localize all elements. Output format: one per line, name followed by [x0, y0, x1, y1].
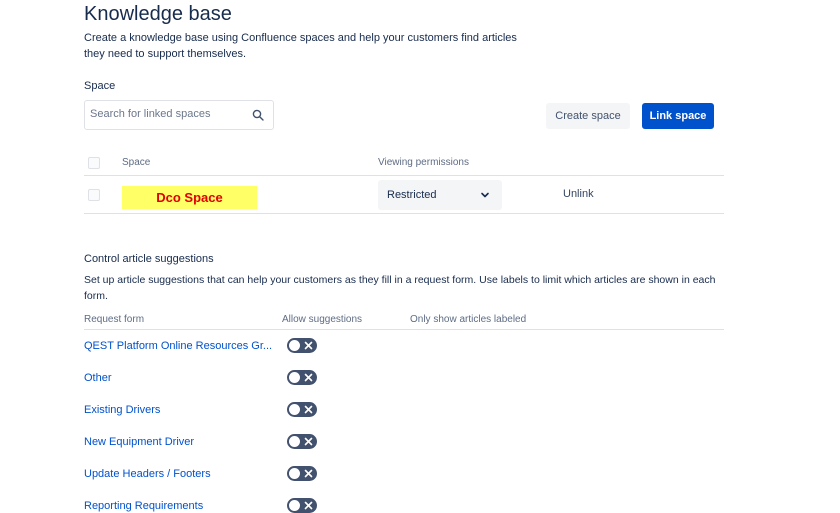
allow-suggestions-toggle[interactable] — [287, 434, 317, 449]
close-icon — [304, 405, 313, 414]
permission-select[interactable]: Restricted — [378, 180, 502, 210]
allow-suggestions-toggle[interactable] — [287, 402, 317, 417]
allow-suggestions-toggle[interactable] — [287, 370, 317, 385]
create-space-button[interactable]: Create space — [546, 103, 630, 129]
select-all-checkbox[interactable] — [88, 157, 100, 169]
permission-value: Restricted — [387, 189, 437, 201]
space-name-cell: Dco Space — [122, 186, 257, 209]
page-description: Create a knowledge base using Confluence… — [84, 32, 517, 60]
toggle-knob — [289, 468, 300, 479]
allow-suggestions-toggle[interactable] — [287, 466, 317, 481]
unlink-button[interactable]: Unlink — [563, 188, 594, 200]
allow-suggestions-toggle[interactable] — [287, 498, 317, 513]
request-form-link[interactable]: New Equipment Driver — [84, 436, 194, 448]
search-input[interactable] — [90, 108, 240, 120]
allow-suggestions-toggle[interactable] — [287, 338, 317, 353]
search-icon[interactable] — [252, 109, 264, 121]
column-header-permissions: Viewing permissions — [378, 157, 469, 168]
section-description: Set up article suggestions that can help… — [84, 274, 716, 302]
column-header-request-form: Request form — [84, 314, 145, 325]
table-divider — [84, 329, 724, 330]
table-divider — [84, 213, 724, 214]
search-field[interactable] — [84, 100, 274, 130]
close-icon — [304, 341, 313, 350]
close-icon — [304, 501, 313, 510]
row-checkbox[interactable] — [88, 189, 100, 201]
toggle-knob — [289, 436, 300, 447]
chevron-down-icon — [481, 192, 489, 198]
request-form-link[interactable]: Update Headers / Footers — [84, 468, 211, 480]
column-header-labels: Only show articles labeled — [410, 314, 527, 325]
request-form-link[interactable]: Reporting Requirements — [84, 500, 203, 512]
close-icon — [304, 373, 313, 382]
toggle-knob — [289, 404, 300, 415]
section-title: Control article suggestions — [84, 253, 214, 265]
close-icon — [304, 469, 313, 478]
link-space-button[interactable]: Link space — [642, 103, 714, 129]
close-icon — [304, 437, 313, 446]
request-form-link[interactable]: Existing Drivers — [84, 404, 160, 416]
space-name: Dco Space — [156, 190, 223, 205]
page-title: Knowledge base — [84, 3, 232, 25]
column-header-space: Space — [122, 157, 151, 168]
column-header-allow: Allow suggestions — [282, 314, 363, 325]
toggle-knob — [289, 500, 300, 511]
space-heading: Space — [84, 80, 116, 92]
request-form-link[interactable]: Other — [84, 372, 112, 384]
toggle-knob — [289, 372, 300, 383]
toggle-knob — [289, 340, 300, 351]
table-divider — [84, 175, 724, 176]
request-form-link[interactable]: QEST Platform Online Resources Gr... — [84, 340, 272, 352]
